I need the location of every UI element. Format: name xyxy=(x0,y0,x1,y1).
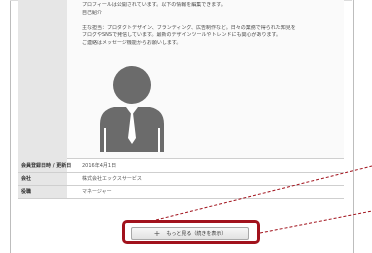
callout-lines xyxy=(155,165,372,234)
callout-line-upper xyxy=(155,165,372,221)
highlight-box xyxy=(122,220,260,244)
callout-line-lower xyxy=(259,210,372,234)
